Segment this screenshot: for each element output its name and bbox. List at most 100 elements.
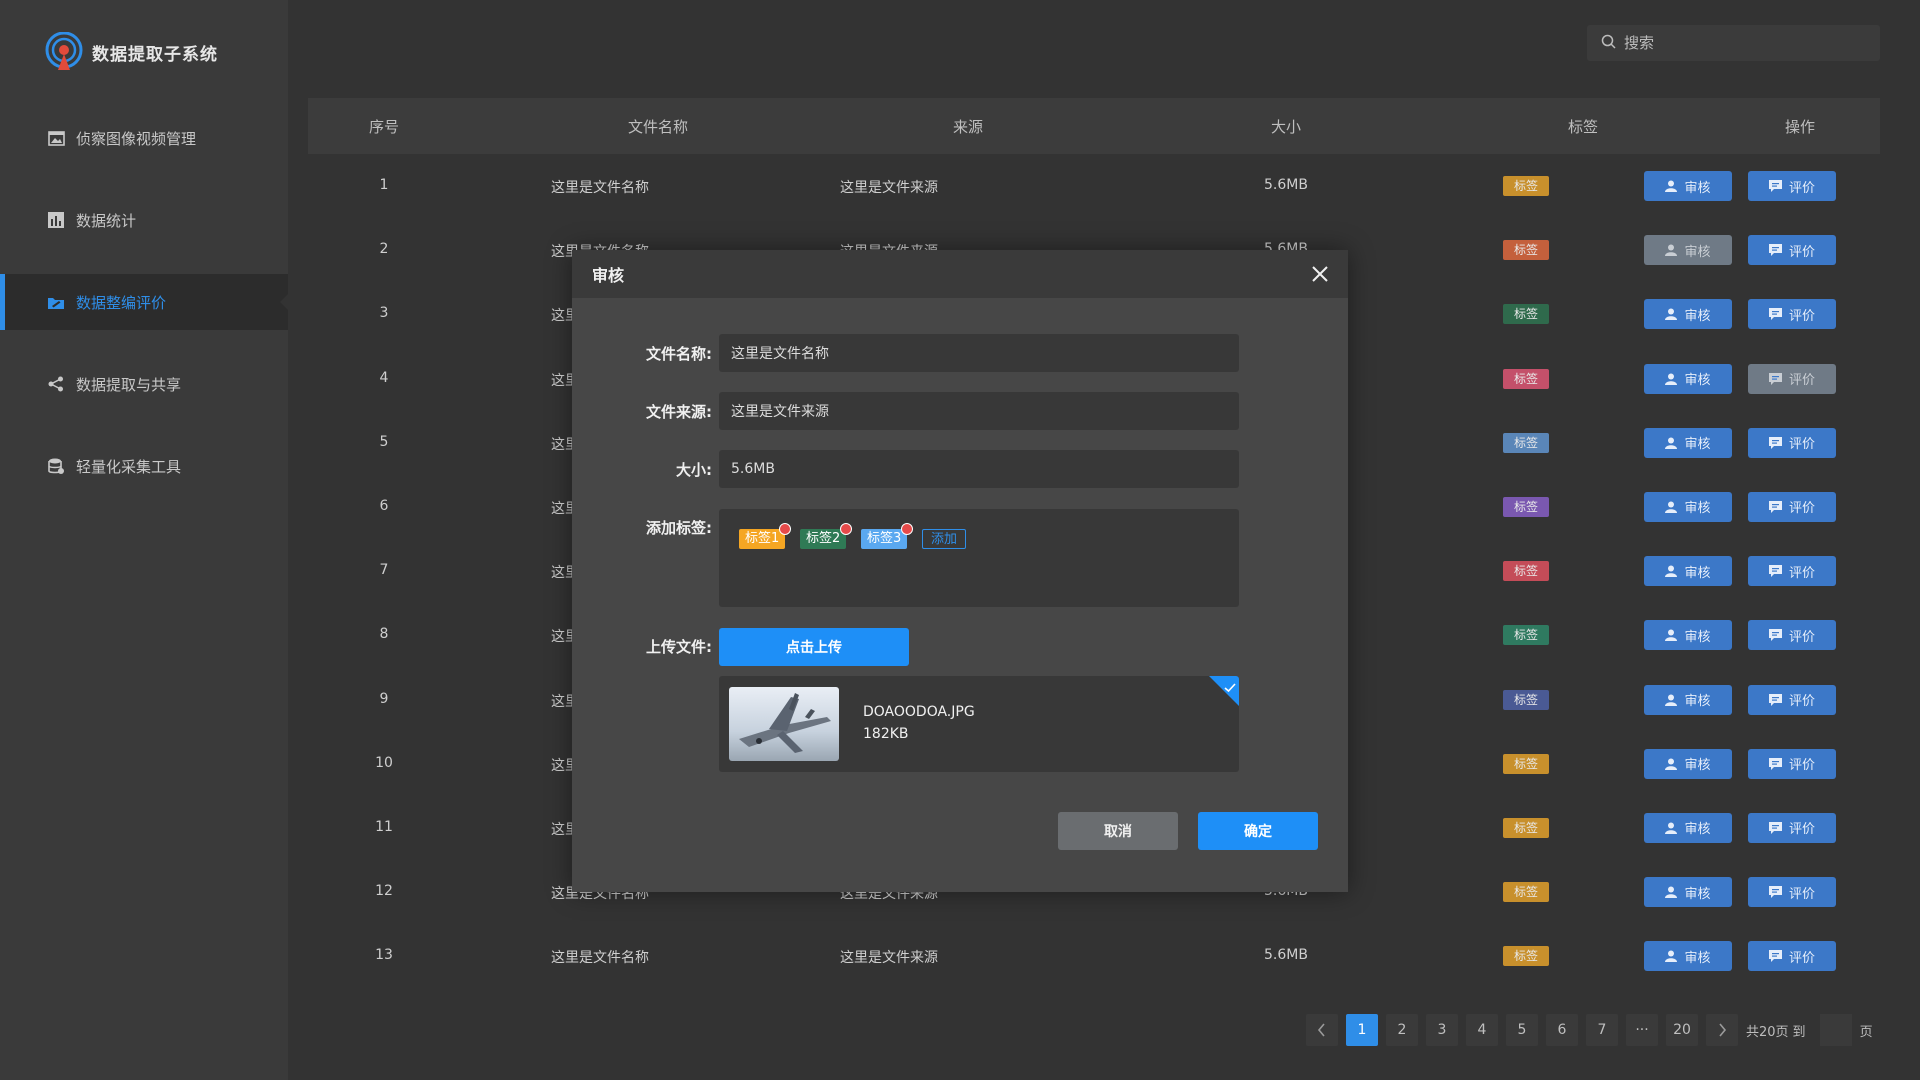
file-source-label: 文件来源: (646, 403, 712, 421)
review-button[interactable]: 审核 (1644, 299, 1732, 330)
rate-button-label: 评价 (1788, 436, 1815, 452)
uploaded-file-card[interactable]: DOAOODOA.JPG 182KB (719, 676, 1239, 772)
remove-tag-icon[interactable] (901, 523, 914, 535)
row-tag: 标签 (1503, 946, 1549, 967)
page-button[interactable]: 20 (1666, 1014, 1698, 1046)
row-tag: 标签 (1503, 561, 1549, 582)
rate-button[interactable]: 评价 (1748, 235, 1836, 266)
review-button[interactable]: 审核 (1644, 941, 1732, 972)
rate-button[interactable]: 评价 (1748, 363, 1836, 394)
review-button[interactable]: 审核 (1644, 684, 1732, 715)
row-tag: 标签 (1503, 240, 1549, 261)
tag-chip[interactable]: 标签2 (800, 523, 853, 549)
rate-button[interactable]: 评价 (1748, 748, 1836, 779)
tag-chip[interactable]: 标签3 (861, 523, 914, 549)
review-button[interactable]: 审核 (1644, 748, 1732, 779)
review-button[interactable]: 审核 (1644, 877, 1732, 908)
row-index: 1 (379, 177, 389, 193)
review-button-label: 审核 (1684, 436, 1711, 452)
tag-box[interactable]: 标签1 标签2 标签3 添加 (719, 509, 1239, 607)
rate-button[interactable]: 评价 (1748, 877, 1836, 908)
sidebar-item-label: 数据统计 (76, 211, 137, 230)
review-button[interactable]: 审核 (1644, 556, 1732, 587)
user-icon (1665, 180, 1678, 192)
add-tag-button[interactable]: 添加 (922, 529, 967, 549)
row-tag: 标签 (1503, 817, 1549, 838)
sidebar-item-label: 数据提取与共享 (76, 375, 182, 394)
review-button[interactable]: 审核 (1644, 171, 1732, 201)
review-button[interactable]: 审核 (1644, 363, 1732, 394)
tag-chip-label: 标签3 (867, 531, 902, 546)
rate-button[interactable]: 评价 (1748, 556, 1836, 587)
sidebar-menu: 侦察图像视频管理 数据统计 数据整编评价 数据提取与共享 轻量化采集工具 (0, 110, 288, 520)
user-icon (1665, 694, 1678, 706)
page-button[interactable]: 4 (1466, 1014, 1498, 1046)
check-icon (1224, 678, 1236, 697)
tags-label: 添加标签: (646, 519, 712, 537)
sidebar-item-statistics[interactable]: 数据统计 (0, 192, 288, 248)
file-size: 182KB (863, 726, 909, 742)
review-button[interactable]: 审核 (1644, 812, 1732, 843)
size-field[interactable]: 5.6MB (719, 450, 1239, 488)
page-button[interactable]: 7 (1586, 1014, 1618, 1046)
row-index: 10 (375, 754, 393, 771)
rate-button[interactable]: 评价 (1748, 620, 1836, 651)
remove-tag-icon[interactable] (779, 523, 792, 535)
review-button[interactable]: 审核 (1644, 491, 1732, 522)
review-button[interactable]: 审核 (1644, 235, 1732, 266)
rate-button-label: 评价 (1788, 307, 1815, 323)
sidebar-item-collection-tool[interactable]: 轻量化采集工具 (0, 438, 288, 494)
page-button[interactable]: 5 (1506, 1014, 1538, 1046)
row-file-name: 这里是文件名称 (551, 950, 649, 967)
page-button[interactable]: 1 (1346, 1014, 1378, 1046)
rate-button-label: 评价 (1788, 693, 1815, 708)
review-button[interactable]: 审核 (1644, 620, 1732, 651)
confirm-button[interactable]: 确定 (1198, 812, 1318, 850)
cancel-button[interactable]: 取消 (1058, 812, 1178, 850)
page-button[interactable]: 2 (1386, 1014, 1418, 1046)
page-button[interactable]: 6 (1546, 1014, 1578, 1046)
sidebar-item-data-evaluation[interactable]: 数据整编评价 (0, 274, 288, 330)
comment-icon (1768, 308, 1782, 321)
sidebar-item-label: 侦察图像视频管理 (76, 129, 197, 148)
rate-button[interactable]: 评价 (1748, 684, 1836, 715)
row-index: 2 (379, 241, 389, 258)
rate-button[interactable]: 评价 (1748, 491, 1836, 522)
review-button-label: 审核 (1684, 372, 1711, 388)
rate-button[interactable]: 评价 (1748, 812, 1836, 843)
page-button[interactable]: 3 (1426, 1014, 1458, 1046)
tag-chip[interactable]: 标签1 (739, 523, 792, 549)
review-button-label: 审核 (1684, 243, 1711, 259)
review-button-label: 审核 (1684, 949, 1711, 965)
user-icon (1665, 886, 1678, 899)
review-button[interactable]: 审核 (1644, 427, 1732, 458)
close-icon[interactable] (1310, 264, 1330, 284)
prev-page-icon[interactable] (1306, 1014, 1338, 1046)
row-index: 3 (379, 305, 389, 322)
row-source: 这里是文件来源 (840, 180, 938, 196)
user-icon (1665, 629, 1678, 642)
row-index: 5 (379, 433, 389, 450)
user-icon (1665, 758, 1678, 770)
header-index: 序号 (368, 117, 399, 136)
goto-page-input[interactable] (1819, 1014, 1852, 1046)
file-name-field[interactable]: 这里是文件名称 (719, 334, 1239, 372)
sidebar-item-image-video[interactable]: 侦察图像视频管理 (0, 110, 288, 166)
row-tag: 标签 (1503, 753, 1549, 774)
goto-text: 到 (1792, 1024, 1806, 1040)
file-source-field[interactable]: 这里是文件来源 (719, 392, 1239, 430)
remove-tag-icon[interactable] (840, 523, 853, 535)
search-input[interactable] (1624, 34, 1864, 52)
row-tag: 标签 (1503, 432, 1549, 453)
rate-button[interactable]: 评价 (1748, 171, 1836, 201)
next-page-icon[interactable] (1706, 1014, 1738, 1046)
rate-button[interactable]: 评价 (1748, 299, 1836, 330)
page-button[interactable]: ··· (1626, 1014, 1658, 1046)
row-index: 8 (379, 626, 389, 643)
sidebar-item-extract-share[interactable]: 数据提取与共享 (0, 356, 288, 412)
rate-button-label: 评价 (1788, 885, 1815, 901)
modal-header: 审核 (572, 250, 1348, 298)
rate-button[interactable]: 评价 (1748, 941, 1836, 972)
upload-button[interactable]: 点击上传 (719, 628, 909, 666)
rate-button[interactable]: 评价 (1748, 427, 1836, 458)
